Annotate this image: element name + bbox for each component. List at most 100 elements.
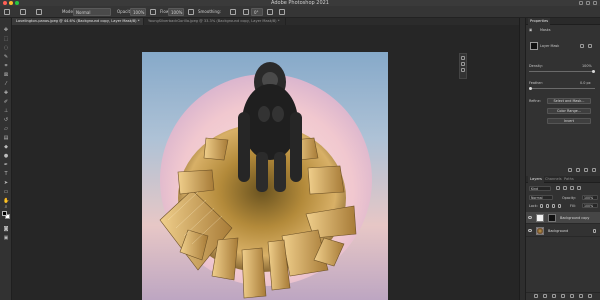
delete-mask-icon[interactable] — [592, 168, 596, 172]
color-range-button[interactable]: Color Range... — [547, 108, 591, 114]
airbrush-icon[interactable] — [188, 9, 194, 15]
smoothing-options-icon[interactable] — [230, 9, 236, 15]
title-bar-icons — [579, 1, 597, 5]
brush-tool-icon[interactable] — [20, 9, 26, 15]
filter-shape-icon[interactable] — [577, 186, 581, 190]
new-layer-icon[interactable] — [579, 294, 583, 298]
masks-section-title: Masks — [540, 28, 551, 32]
select-and-mask-button[interactable]: Select and Mask... — [547, 98, 591, 104]
density-label: Density: — [529, 64, 543, 68]
filter-adjustment-icon[interactable] — [563, 186, 567, 190]
fill-label: Fill: — [570, 204, 576, 208]
mode-select[interactable]: Normal — [73, 8, 111, 16]
layer-row-background-copy[interactable]: Background copy — [526, 212, 600, 224]
brush-preset-picker-icon[interactable] — [36, 9, 42, 15]
layer-mask-thumbnail[interactable] — [530, 42, 538, 50]
pen-tool-icon[interactable]: ✒ — [3, 162, 9, 168]
zoom-tool-icon[interactable]: ⌕ — [3, 204, 9, 210]
load-selection-icon[interactable] — [568, 168, 572, 172]
brush-angle-field[interactable]: 0° — [251, 8, 263, 16]
shape-tool-icon[interactable]: ▭ — [3, 189, 9, 195]
tab-properties[interactable]: Properties — [528, 18, 551, 25]
history-icon[interactable] — [461, 62, 465, 66]
marquee-tool-icon[interactable]: ⬚ — [3, 36, 9, 42]
filter-type-icon[interactable] — [570, 186, 574, 190]
density-slider-handle[interactable] — [592, 70, 595, 73]
move-tool-icon[interactable]: ✥ — [3, 27, 9, 33]
layer-kind-filter[interactable]: Kind — [529, 186, 551, 191]
dodge-tool-icon[interactable]: ● — [3, 153, 9, 159]
lock-image-icon[interactable] — [546, 204, 549, 208]
eyedropper-tool-icon[interactable]: ⁄ — [3, 81, 9, 87]
add-mask-icon[interactable] — [552, 294, 556, 298]
visibility-eye-icon[interactable] — [528, 216, 532, 219]
screen-mode-icon[interactable]: ▣ — [3, 235, 9, 241]
tab-channels[interactable]: Channels — [543, 176, 564, 183]
blur-tool-icon[interactable]: ◆ — [3, 144, 9, 150]
layers-opacity-label: Opacity: — [562, 196, 576, 200]
invert-button[interactable]: Invert — [547, 118, 591, 124]
brush-tool-icon[interactable]: ✐ — [3, 99, 9, 105]
layer-row-background[interactable]: Background — [526, 225, 600, 237]
visibility-eye-icon[interactable] — [528, 229, 532, 232]
add-vector-mask-icon[interactable] — [588, 44, 592, 48]
flow-field[interactable]: 100% — [168, 8, 184, 16]
layer-mask-thumbnail[interactable] — [548, 214, 556, 222]
layer-style-icon[interactable] — [543, 294, 547, 298]
document-tab-lovelington[interactable]: Lovelington-panos.jpeg @ 44.6% (Backgrou… — [12, 18, 144, 25]
clone-stamp-tool-icon[interactable]: ⊥ — [3, 108, 9, 114]
adjustments-icon[interactable] — [461, 68, 465, 72]
workspace-icon[interactable] — [586, 1, 590, 5]
symmetry-icon[interactable] — [279, 9, 285, 15]
crop-tool-icon[interactable]: ⌗ — [3, 63, 9, 69]
type-tool-icon[interactable]: T — [3, 171, 9, 177]
document-canvas[interactable] — [142, 52, 388, 300]
gradient-tool-icon[interactable]: ▤ — [3, 135, 9, 141]
photoshop-window: Adobe Photoshop 2021 Mode: Normal Opacit… — [0, 0, 600, 300]
link-layers-icon[interactable] — [534, 294, 538, 298]
share-icon[interactable] — [593, 1, 597, 5]
feather-slider-track[interactable] — [529, 88, 595, 89]
frame-tool-icon[interactable]: ⊠ — [3, 72, 9, 78]
tab-layers[interactable]: Layers — [528, 176, 544, 183]
feather-slider-handle[interactable] — [529, 87, 532, 90]
apply-mask-icon[interactable] — [576, 168, 580, 172]
opacity-field[interactable]: 100% — [130, 8, 146, 16]
layers-opacity-field[interactable]: 100% — [582, 195, 598, 200]
quick-mask-icon[interactable]: ◙ — [3, 226, 9, 232]
quick-select-tool-icon[interactable]: ✎ — [3, 54, 9, 60]
foreground-color-swatch[interactable] — [2, 211, 7, 216]
layers-panel-footer — [526, 292, 600, 300]
density-value[interactable]: 100% — [582, 64, 592, 68]
tab-paths[interactable]: Paths — [562, 176, 576, 183]
healing-brush-tool-icon[interactable]: ✚ — [3, 90, 9, 96]
new-adjustment-layer-icon[interactable] — [561, 294, 565, 298]
layer-name[interactable]: Background copy — [560, 216, 589, 220]
document-tab-gorilla[interactable]: YoungSilverbackGorilla.jpeg @ 33.3% (Bac… — [144, 18, 286, 25]
lock-all-icon[interactable] — [558, 204, 561, 208]
layer-thumbnail[interactable] — [536, 227, 544, 235]
feather-value[interactable]: 0.0 px — [580, 81, 591, 85]
filter-pixel-icon[interactable] — [556, 186, 560, 190]
new-group-icon[interactable] — [570, 294, 574, 298]
lock-transparent-icon[interactable] — [540, 204, 543, 208]
density-slider-track[interactable] — [529, 71, 595, 72]
path-selection-tool-icon[interactable]: ➤ — [3, 180, 9, 186]
history-brush-tool-icon[interactable]: ↺ — [3, 117, 9, 123]
canvas-area[interactable] — [12, 25, 519, 300]
blend-mode-select[interactable]: Normal — [529, 195, 553, 200]
collapse-panels-icon[interactable] — [461, 56, 465, 60]
layer-thumbnail[interactable] — [536, 214, 544, 222]
lock-position-icon[interactable] — [552, 204, 555, 208]
layer-name[interactable]: Background — [548, 229, 568, 233]
pressure-opacity-icon[interactable] — [150, 9, 156, 15]
eraser-tool-icon[interactable]: ▱ — [3, 126, 9, 132]
select-pixel-mask-icon[interactable] — [580, 44, 584, 48]
pressure-size-icon[interactable] — [267, 9, 273, 15]
lasso-tool-icon[interactable]: ◌ — [3, 45, 9, 51]
disable-mask-icon[interactable] — [584, 168, 588, 172]
search-icon[interactable] — [579, 1, 583, 5]
fill-field[interactable]: 100% — [582, 203, 598, 208]
delete-layer-icon[interactable] — [588, 294, 592, 298]
home-icon[interactable] — [4, 9, 10, 15]
